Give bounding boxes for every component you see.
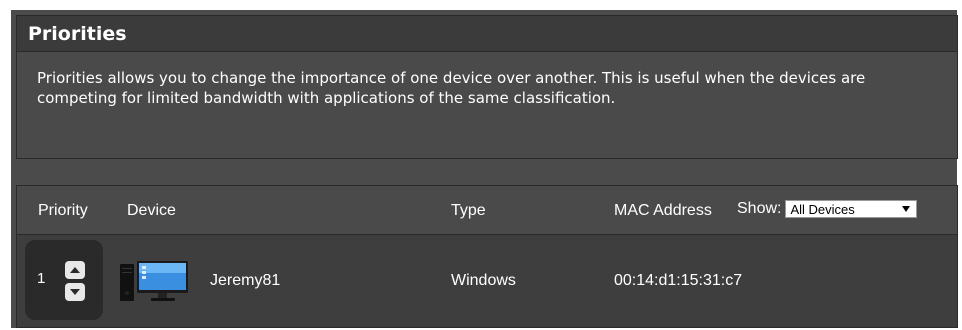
device-name: Jeremy81 — [210, 272, 281, 289]
device-mac-address: 00:14:d1:15:31:c7 — [614, 272, 743, 289]
header-mac-address: MAC Address — [614, 202, 712, 219]
chevron-up-icon — [70, 267, 80, 273]
table-header: Priority Device Type MAC Address Show: A… — [17, 186, 957, 235]
show-filter: Show: All Devices — [737, 200, 918, 218]
show-label: Show: — [737, 200, 782, 217]
header-device: Device — [127, 202, 176, 219]
priority-control: 1 — [25, 240, 103, 320]
desktop-computer-icon — [120, 261, 188, 301]
chevron-down-icon — [70, 289, 80, 295]
header-priority: Priority — [38, 202, 88, 219]
show-selected-value: All Devices — [790, 202, 855, 217]
panel-title: Priorities — [17, 16, 957, 52]
priority-down-button[interactable] — [65, 283, 85, 301]
device-priority-table: Priority Device Type MAC Address Show: A… — [16, 185, 958, 328]
table-row: 1 Jeremy81 Windows 00:14:d1:15:31:c7 — [17, 235, 957, 327]
header-type: Type — [451, 202, 486, 219]
priority-value: 1 — [37, 270, 46, 287]
show-devices-select[interactable]: All Devices — [785, 200, 918, 218]
dropdown-arrow-icon — [902, 206, 911, 212]
priorities-panel: Priorities Priorities allows you to chan… — [16, 15, 958, 159]
priority-up-button[interactable] — [65, 261, 85, 279]
panel-description: Priorities allows you to change the impo… — [37, 69, 866, 107]
device-type: Windows — [451, 272, 516, 289]
